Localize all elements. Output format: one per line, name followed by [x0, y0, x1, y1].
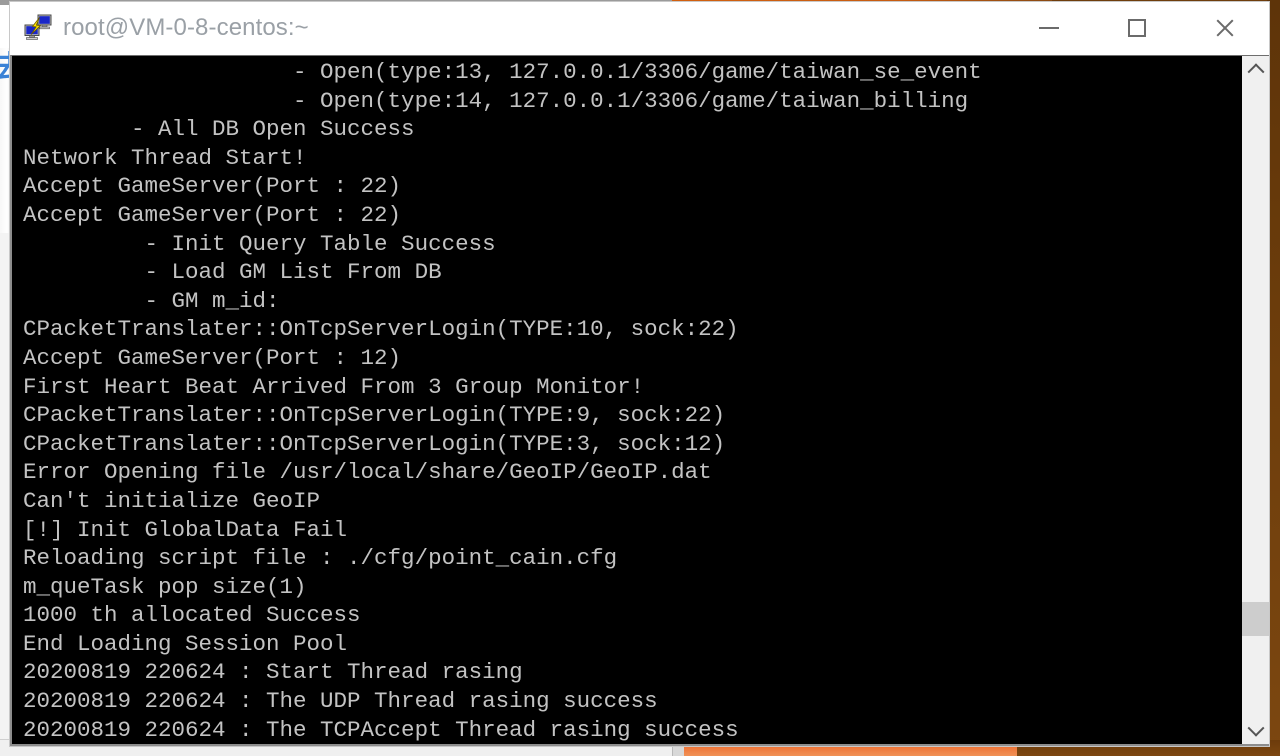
putty-icon	[23, 13, 53, 43]
terminal-line: Reloading script file : ./cfg/point_cain…	[23, 545, 618, 572]
terminal-line: - All DB Open Success	[23, 116, 415, 143]
terminal-line: - Init Query Table Success	[23, 230, 496, 257]
terminal-line: CPacketTranslater::OnTcpServerLogin(TYPE…	[23, 430, 726, 457]
terminal-output[interactable]: - Open(type:13, 127.0.0.1/3306/game/taiw…	[12, 56, 1241, 744]
window-title: root@VM-0-8-centos:~	[63, 14, 309, 41]
window-controls	[1005, 2, 1269, 54]
terminal-line: 20200819 220624 : The TCPAccept Thread r…	[23, 716, 739, 743]
desktop: 去	[0, 0, 1280, 756]
terminal-line: CPacketTranslater::OnTcpServerLogin(TYPE…	[23, 316, 739, 343]
terminal-frame: - Open(type:13, 127.0.0.1/3306/game/taiw…	[10, 55, 1269, 746]
terminal-line: End Loading Session Pool	[23, 630, 348, 657]
window-titlebar[interactable]: root@VM-0-8-centos:~	[10, 2, 1269, 55]
terminal-line: - Open(type:14, 127.0.0.1/3306/game/taiw…	[23, 87, 969, 114]
terminal-line: CPacketTranslater::OnTcpServerLogin(TYPE…	[23, 402, 726, 429]
terminal-line: 20200819 220624 : The UDP Thread rasing …	[23, 688, 658, 715]
terminal-line: - GM m_id:	[23, 287, 280, 314]
terminal-line: Network Thread Start!	[23, 144, 307, 171]
terminal-line: Accept GameServer(Port : 22)	[23, 201, 402, 228]
close-icon	[1214, 17, 1236, 39]
desktop-panel-lower	[0, 233, 10, 748]
terminal-line: m_queTask pop size(1)	[23, 573, 307, 600]
terminal-line: Accept GameServer(Port : 12)	[23, 344, 402, 371]
terminal-line: [!] Init GlobalData Fail	[23, 516, 348, 543]
chevron-up-icon	[1247, 63, 1264, 81]
terminal-line: - Open(type:13, 127.0.0.1/3306/game/taiw…	[23, 59, 982, 85]
scroll-down-arrow[interactable]	[1242, 718, 1269, 744]
chevron-down-icon	[1247, 719, 1264, 737]
minimize-icon	[1039, 27, 1059, 29]
terminal-line: First Heart Beat Arrived From 3 Group Mo…	[23, 373, 645, 400]
terminal-line: 20200819 220624 : Start Thread rasing	[23, 659, 523, 686]
maximize-icon	[1128, 19, 1146, 37]
scrollbar-track[interactable]	[1242, 82, 1269, 718]
terminal-line: 1000 th allocated Success	[23, 602, 361, 629]
putty-terminal-window: root@VM-0-8-centos:~ - Open(type:13, 127…	[10, 2, 1269, 746]
scrollbar-thumb[interactable]	[1242, 602, 1269, 636]
terminal-line: - Load GM List From DB	[23, 259, 442, 286]
terminal-scrollbar[interactable]	[1241, 56, 1269, 744]
terminal-line: Can't initialize GeoIP	[23, 487, 321, 514]
maximize-button[interactable]	[1093, 2, 1181, 54]
terminal-line: Accept GameServer(Port : 22)	[23, 173, 402, 200]
terminal-line: Error Opening file /usr/local/share/GeoI…	[23, 459, 712, 486]
close-button[interactable]	[1181, 2, 1269, 54]
scroll-up-arrow[interactable]	[1242, 56, 1269, 82]
minimize-button[interactable]	[1005, 2, 1093, 54]
